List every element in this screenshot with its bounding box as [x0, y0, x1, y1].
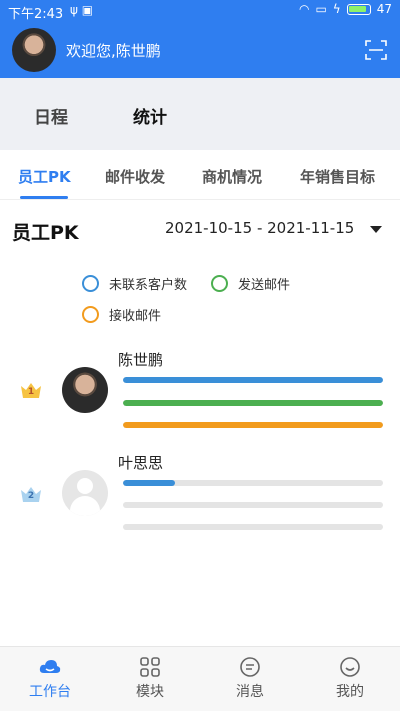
date-range-selector[interactable]: 2021-10-15 - 2021-11-15 — [165, 219, 354, 237]
charging-icon: ϟ — [332, 2, 341, 16]
tab-employee-pk[interactable]: 员工PK — [18, 166, 71, 187]
wifi-icon: ◠ — [298, 2, 310, 16]
bar-sent-email — [123, 502, 383, 508]
legend-dot — [82, 306, 99, 323]
status-time: 下午2:43 — [8, 7, 64, 22]
stats-tabs: 员工PK 邮件收发 商机情况 年销售目标 — [0, 150, 400, 200]
nav-modules[interactable]: 模块 — [100, 647, 200, 711]
nav-label: 工作台 — [29, 684, 71, 700]
legend-label: 接收邮件 — [109, 309, 162, 324]
nav-messages[interactable]: 消息 — [200, 647, 300, 711]
bar-fill — [123, 377, 383, 383]
employee-avatar — [62, 367, 108, 413]
smile-icon — [340, 657, 360, 677]
status-right: ◠ ▭ ϟ 47 — [299, 2, 392, 16]
active-tab-indicator — [20, 196, 68, 199]
battery-icon — [346, 3, 371, 15]
sim-icon: ▭ — [315, 2, 327, 16]
legend-received-email: 接收邮件 — [82, 305, 161, 324]
battery-level: 47 — [376, 2, 392, 16]
subtab-schedule[interactable]: 日程 — [34, 103, 68, 128]
message-icon — [240, 657, 260, 677]
legend-dot — [82, 275, 99, 292]
section-title: 员工PK — [12, 222, 79, 244]
welcome-text: 欢迎您,陈世鹏 — [66, 42, 161, 60]
nav-label: 模块 — [136, 684, 164, 700]
bar-uncontacted — [123, 480, 383, 486]
tab-annual-sales-target[interactable]: 年销售目标 — [300, 166, 375, 187]
user-avatar[interactable] — [12, 28, 56, 72]
employee-avatar — [62, 470, 108, 516]
subtab-statistics[interactable]: 统计 — [133, 103, 167, 128]
tab-opportunities[interactable]: 商机情况 — [202, 166, 262, 187]
legend-dot — [211, 275, 228, 292]
cloud-icon — [39, 660, 61, 673]
bar-sent-email — [123, 400, 383, 406]
nav-label: 消息 — [236, 684, 264, 700]
legend-sent-email: 发送邮件 — [211, 274, 290, 293]
legend-uncontacted: 未联系客户数 — [82, 274, 187, 293]
rank-number: 1 — [27, 387, 35, 397]
bar-received-email — [123, 524, 383, 530]
status-bar: 下午2:43 ψ ▣ ◠ ▭ ϟ 47 — [0, 0, 400, 22]
usb-icon: ψ ▣ — [70, 3, 94, 17]
legend-label: 未联系客户数 — [109, 278, 188, 293]
dropdown-icon[interactable] — [370, 226, 382, 233]
tab-email[interactable]: 邮件收发 — [105, 166, 165, 187]
bar-received-email — [123, 422, 383, 428]
rank-number: 2 — [27, 491, 35, 501]
grid-icon — [140, 657, 160, 677]
app-header: 欢迎您,陈世鹏 — [0, 22, 400, 78]
bar-fill — [123, 480, 175, 486]
employee-name: 陈世鹏 — [118, 351, 164, 369]
view-switcher: 日程 统计 — [0, 78, 400, 150]
bar-fill — [123, 400, 383, 406]
bottom-nav: 工作台 模块 消息 我的 — [0, 646, 400, 711]
bar-uncontacted — [123, 377, 383, 383]
legend-label: 发送邮件 — [238, 278, 291, 293]
nav-label: 我的 — [336, 684, 364, 700]
employee-name: 叶思思 — [118, 454, 164, 472]
scan-icon[interactable] — [364, 38, 388, 62]
nav-workbench[interactable]: 工作台 — [0, 647, 100, 711]
bar-fill — [123, 422, 383, 428]
nav-profile[interactable]: 我的 — [300, 647, 400, 711]
